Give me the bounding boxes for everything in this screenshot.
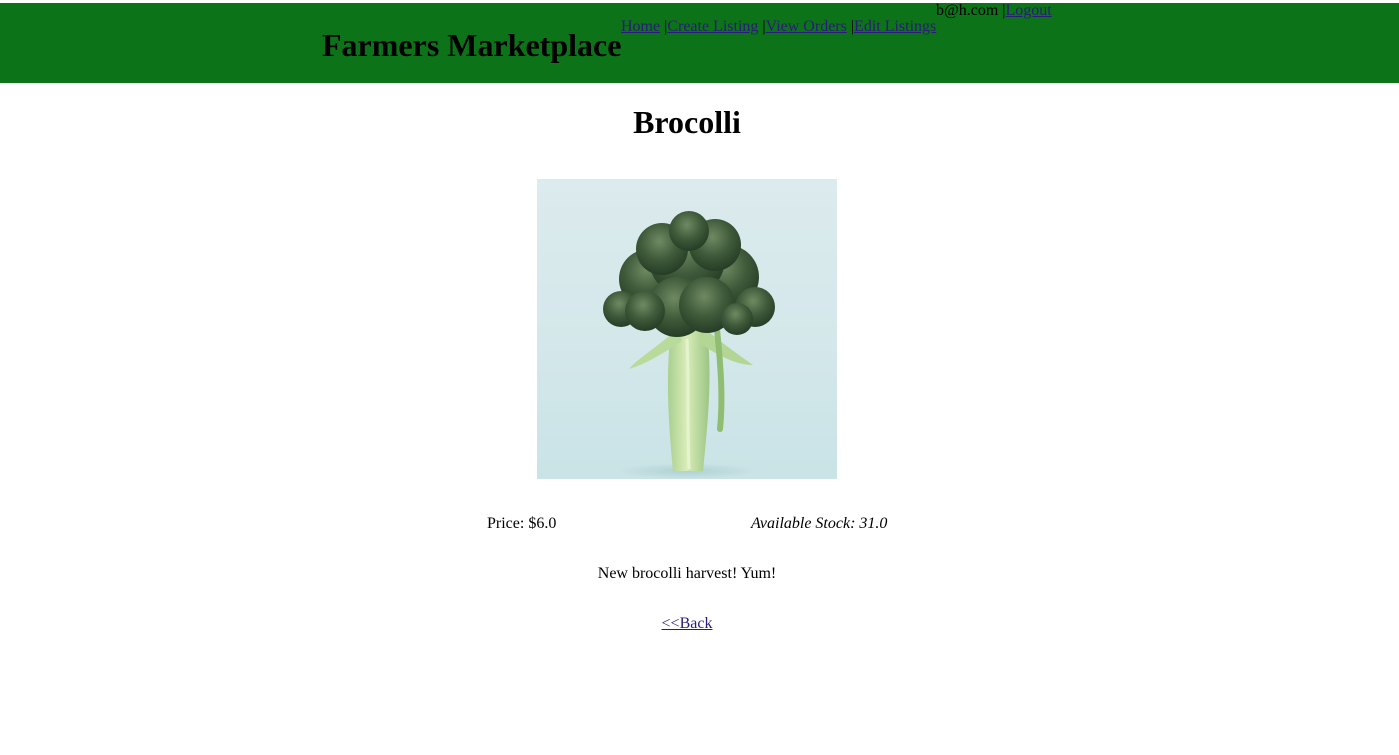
product-image [537, 179, 837, 479]
user-area: b@h.com |Logout [936, 2, 1052, 20]
site-header: Farmers Marketplace Home |Create Listing… [0, 2, 1399, 83]
nav-link-home[interactable]: Home [621, 18, 660, 35]
user-email: b@h.com [936, 2, 999, 19]
main-nav: Home |Create Listing |View Orders |Edit … [621, 18, 936, 36]
product-price: Price: $6.0 [487, 515, 557, 532]
nav-link-view-orders[interactable]: View Orders [766, 18, 847, 35]
back-link-container: <<Back [0, 614, 1374, 634]
product-stock: Available Stock: 31.0 [751, 515, 888, 532]
nav-link-edit-listings[interactable]: Edit Listings [854, 18, 936, 35]
back-link[interactable]: <<Back [662, 615, 713, 632]
page: Farmers Marketplace Home |Create Listing… [0, 0, 1399, 755]
product-description: New brocolli harvest! Yum! [597, 565, 777, 582]
nav-link-create-listing[interactable]: Create Listing [667, 18, 758, 35]
broccoli-illustration [603, 211, 775, 479]
product-title: Brocolli [633, 104, 741, 140]
logout-link[interactable]: Logout [1005, 2, 1051, 19]
site-title: Farmers Marketplace [322, 27, 622, 63]
